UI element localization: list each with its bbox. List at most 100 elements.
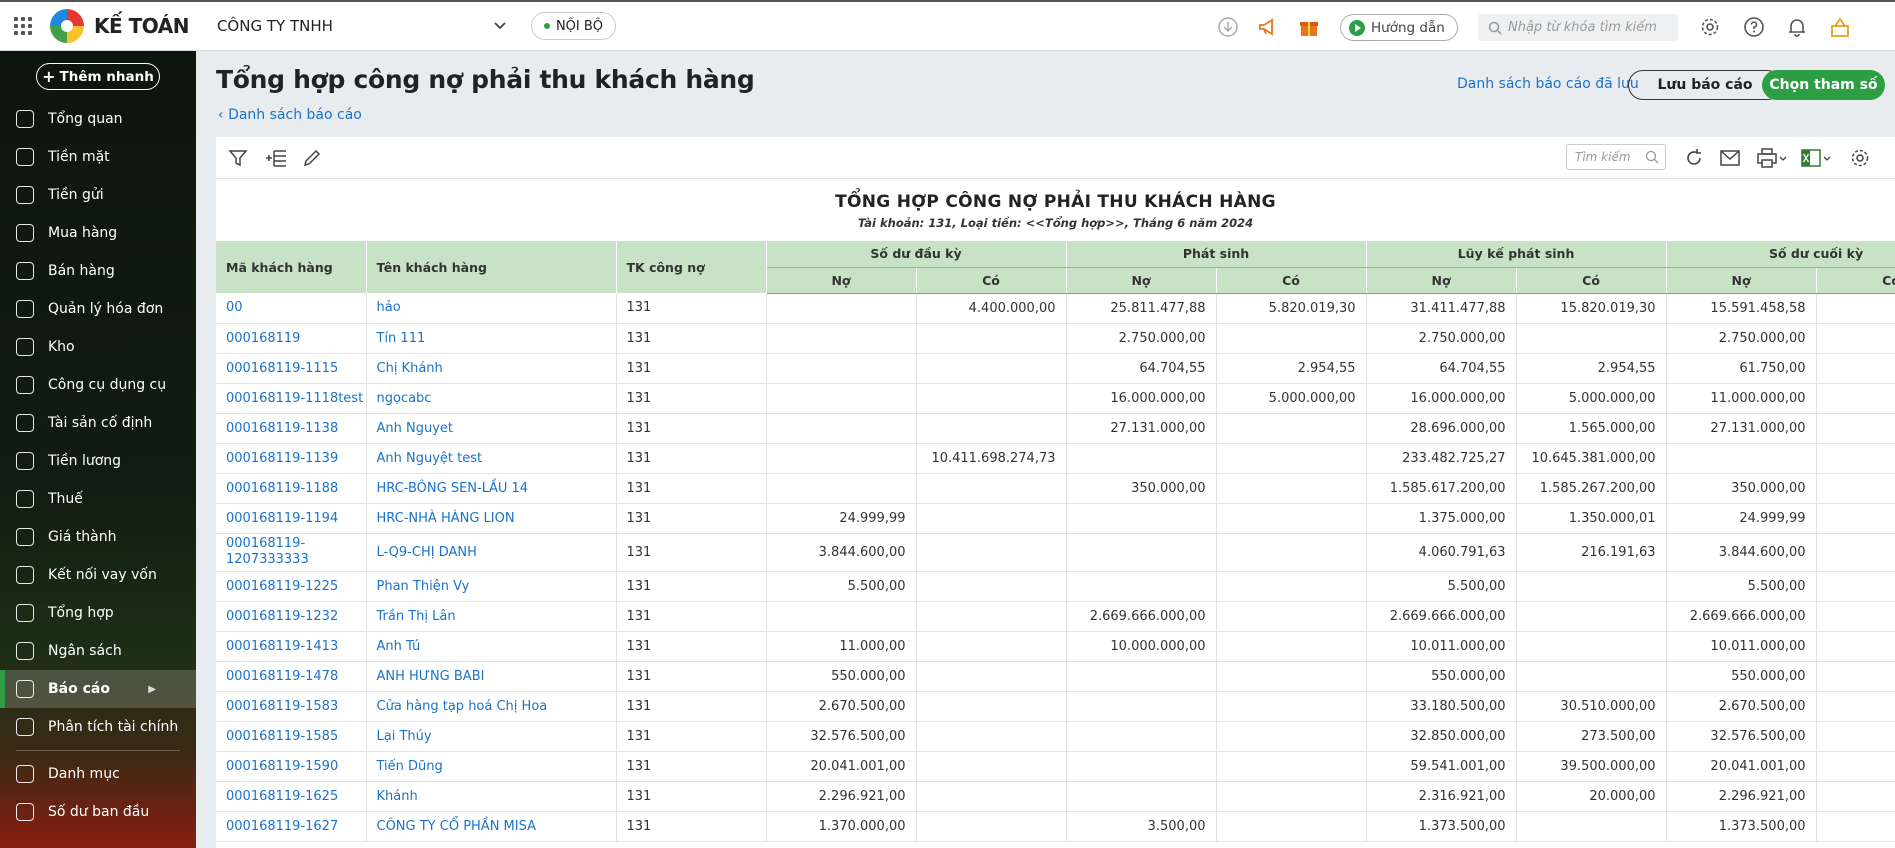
cell-customer-code[interactable]: 000168119-1232 [216, 601, 367, 632]
table-row[interactable]: 000168119-1188 HRC-BÔNG SEN-LẦU 14 131 350.… [216, 473, 1895, 504]
table-row[interactable]: 000168119-1115 Chị Khánh 131 64.704,55 2.954… [216, 353, 1895, 384]
table-row[interactable]: 000168119-1413 Anh Tú 131 11.000,00 10.000.0… [216, 631, 1895, 662]
cell-customer-code[interactable]: 000168119-1194 [216, 503, 367, 534]
settings-icon[interactable] [1699, 16, 1721, 38]
cell-customer-name[interactable]: Trần Thị Lân [366, 601, 617, 632]
cell-customer-code[interactable]: 000168119-1585 [216, 721, 367, 752]
col-header-opening-debit[interactable]: Nợ [766, 267, 917, 294]
cell-customer-code[interactable]: 000168119-1207333333 [216, 533, 367, 572]
cell-customer-name[interactable]: Anh Nguyệt test [366, 443, 617, 474]
cell-customer-name[interactable]: Lại Thúy [366, 721, 617, 752]
cell-customer-name[interactable]: hảo [366, 293, 617, 324]
col-header-cumulative-credit[interactable]: Có [1516, 267, 1667, 294]
table-row[interactable]: 000168119-1225 Phan Thiện Vy 131 5.500,00 5.… [216, 571, 1895, 602]
table-row[interactable]: 000168119 Tín 111 131 2.750.000,00 2.750.000… [216, 323, 1895, 354]
cell-customer-name[interactable]: Cửa hàng tạp hoá Chị Hoa [366, 691, 617, 722]
sidebar-item-list[interactable]: Danh mục [0, 755, 196, 793]
table-row[interactable]: 000168119-1232 Trần Thị Lân 131 2.669.666.0… [216, 601, 1895, 632]
table-row[interactable]: 000168119-1627 CÔNG TY CỔ PHẦN MISA 131 1.3… [216, 811, 1895, 842]
cell-customer-name[interactable]: ANH HƯNG BABI [366, 661, 617, 692]
cell-customer-name[interactable]: Phan Thiện Vy [366, 571, 617, 602]
print-icon[interactable] [1756, 147, 1788, 169]
help-icon[interactable] [1743, 16, 1765, 38]
col-header-account[interactable]: TK công nợ [616, 241, 767, 293]
cell-customer-code[interactable]: 00 [216, 293, 367, 324]
quick-add-button[interactable]: + Thêm nhanh [36, 63, 160, 90]
cell-customer-name[interactable]: Tín 111 [366, 323, 617, 354]
sidebar-item-salary[interactable]: Tiền lương [0, 442, 196, 480]
cell-customer-code[interactable]: 000168119-1583 [216, 691, 367, 722]
cell-customer-name[interactable]: Khánh [366, 781, 617, 812]
table-row[interactable]: 000168119-1194 HRC-NHÀ HÀNG LION 131 24.999… [216, 503, 1895, 534]
sidebar-item-summary[interactable]: Tổng hợp [0, 594, 196, 632]
table-row[interactable]: 000168119-1590 Tiến Dũng 131 20.041.001,00 5… [216, 751, 1895, 782]
cell-customer-name[interactable]: CÔNG TY CỔ PHẦN MISA [366, 811, 617, 842]
cell-customer-code[interactable]: 000168119-1625 [216, 781, 367, 812]
cell-customer-code[interactable]: 000168119-1188 [216, 473, 367, 504]
cell-customer-code[interactable]: 000168119-1115 [216, 353, 367, 384]
refresh-icon[interactable] [1682, 147, 1706, 169]
cell-customer-name[interactable]: HRC-NHÀ HÀNG LION [366, 503, 617, 534]
col-header-period-credit[interactable]: Có [1216, 267, 1367, 294]
cell-customer-code[interactable]: 000168119-1139 [216, 443, 367, 474]
guide-button[interactable]: Hướng dẫn [1340, 14, 1458, 41]
choose-parameters-button[interactable]: Chọn tham số [1762, 70, 1885, 100]
cell-customer-code[interactable]: 000168119-1118test [216, 383, 367, 414]
table-row[interactable]: 000168119-1625 Khánh 131 2.296.921,00 2.316.… [216, 781, 1895, 812]
gift-icon[interactable] [1298, 16, 1320, 38]
sidebar-item-loan[interactable]: Kết nối vay vốn [0, 556, 196, 594]
cell-customer-name[interactable]: Anh Nguyet [366, 413, 617, 444]
cell-customer-name[interactable]: HRC-BÔNG SEN-LẦU 14 [366, 473, 617, 504]
filter-icon[interactable] [226, 147, 250, 169]
cell-customer-code[interactable]: 000168119-1225 [216, 571, 367, 602]
sidebar-item-cart[interactable]: Bán hàng [0, 252, 196, 290]
cell-customer-name[interactable]: L-Q9-CHỊ DANH [366, 533, 617, 572]
col-header-closing-debit[interactable]: Nợ [1666, 267, 1817, 294]
download-icon[interactable] [1217, 16, 1239, 38]
cell-customer-name[interactable]: Tiến Dũng [366, 751, 617, 782]
sidebar-item-purchase[interactable]: Mua hàng [0, 214, 196, 252]
sidebar-item-dashboard[interactable]: Tổng quan [0, 100, 196, 138]
megaphone-icon[interactable] [1257, 16, 1279, 38]
table-row[interactable]: 000168119-1139 Anh Nguyệt test 131 10.411.6… [216, 443, 1895, 474]
company-selector[interactable]: CÔNG TY TNHH [217, 17, 507, 35]
col-header-period-debit[interactable]: Nợ [1066, 267, 1217, 294]
sidebar-item-balance[interactable]: Số dư ban đầu [0, 793, 196, 831]
cell-customer-name[interactable]: Anh Tú [366, 631, 617, 662]
back-link[interactable]: ‹ Danh sách báo cáo [218, 107, 362, 123]
excel-export-icon[interactable] [1800, 147, 1832, 169]
table-row[interactable]: 000168119-1478 ANH HƯNG BABI 131 550.000,00… [216, 661, 1895, 692]
sidebar-item-budget[interactable]: Ngân sách [0, 632, 196, 670]
notification-bell-icon[interactable] [1786, 16, 1808, 38]
cell-customer-name[interactable]: ngọcabc [366, 383, 617, 414]
sidebar-item-bank[interactable]: Tiền gửi [0, 176, 196, 214]
col-header-code[interactable]: Mã khách hàng [216, 241, 367, 293]
cell-customer-code[interactable]: 000168119-1478 [216, 661, 367, 692]
table-row[interactable]: 000168119-1583 Cửa hàng tạp hoá Chị Hoa 13… [216, 691, 1895, 722]
add-row-icon[interactable] [264, 147, 288, 169]
sidebar-item-invoice[interactable]: Quản lý hóa đơn [0, 290, 196, 328]
sidebar-item-cash[interactable]: Tiền mặt [0, 138, 196, 176]
save-report-button[interactable]: Lưu báo cáo [1628, 70, 1782, 100]
scope-badge[interactable]: NỘI BỘ [530, 12, 617, 40]
edit-icon[interactable] [300, 147, 324, 169]
sidebar-item-price[interactable]: Giá thành [0, 518, 196, 556]
cell-customer-code[interactable]: 000168119-1413 [216, 631, 367, 662]
sidebar-item-analysis[interactable]: Phân tích tài chính [0, 708, 196, 746]
sidebar-item-tax[interactable]: Thuế [0, 480, 196, 518]
reward-icon[interactable] [1829, 16, 1851, 38]
table-row[interactable]: 000168119-1118test ngọcabc 131 16.000.000,0… [216, 383, 1895, 414]
cell-customer-code[interactable]: 000168119 [216, 323, 367, 354]
email-icon[interactable] [1718, 147, 1742, 169]
table-row[interactable]: 000168119-1585 Lại Thúy 131 32.576.500,00 32… [216, 721, 1895, 752]
col-header-cumulative-debit[interactable]: Nợ [1366, 267, 1517, 294]
app-launcher-icon[interactable] [14, 15, 36, 37]
cell-customer-code[interactable]: 000168119-1590 [216, 751, 367, 782]
sidebar-item-warehouse[interactable]: Kho [0, 328, 196, 366]
sidebar-item-asset[interactable]: Tài sản cố định [0, 404, 196, 442]
saved-reports-link[interactable]: Danh sách báo cáo đã lưu [1457, 76, 1639, 92]
cell-customer-code[interactable]: 000168119-1138 [216, 413, 367, 444]
table-row[interactable]: 000168119-1138 Anh Nguyet 131 27.131.000,00… [216, 413, 1895, 444]
cell-customer-name[interactable]: Chị Khánh [366, 353, 617, 384]
table-search-input[interactable]: Tìm kiếm [1566, 144, 1666, 170]
